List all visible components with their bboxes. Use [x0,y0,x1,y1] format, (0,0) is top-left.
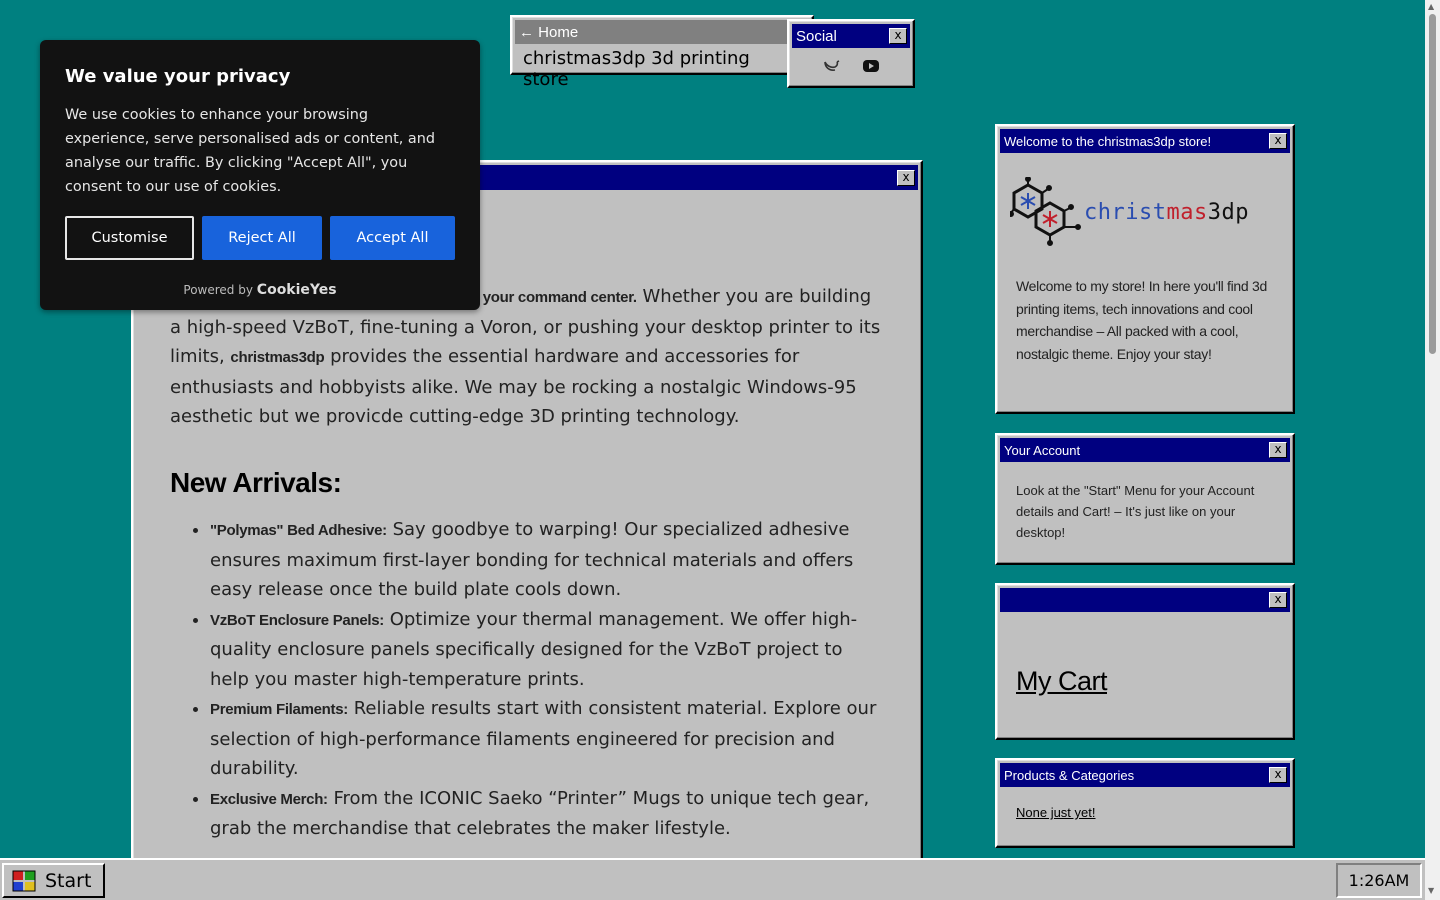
social-close-button[interactable]: x [889,28,907,44]
list-item: Premium Filaments: Reliable results star… [210,694,884,784]
products-titlebar: Products & Categories x [1000,763,1290,787]
home-titlebar[interactable]: ← Home [515,20,809,44]
reject-all-button[interactable]: Reject All [202,216,322,260]
logo-text-part: mas [1166,199,1208,225]
welcome-titlebar: Welcome to the christmas3dp store! x [1000,129,1290,153]
products-title: Products & Categories [1004,767,1135,783]
list-item: VzBoT Enclosure Panels: Optimize your th… [210,605,884,695]
products-window: Products & Categories x None just yet! [995,758,1295,848]
powered-by-label: Powered by [183,283,253,297]
scroll-up-icon[interactable]: ▲ [1428,2,1434,11]
clock: 1:26AM [1336,863,1422,898]
welcome-text: Welcome to my store! In here you'll find… [1016,278,1267,362]
powered-by: Powered by CookieYes [65,282,455,298]
account-title: Your Account [1004,442,1081,458]
list-item: Exclusive Merch: From the ICONIC Saeko “… [210,784,884,844]
products-close-button[interactable]: x [1269,767,1287,783]
welcome-title: Welcome to the christmas3dp store! [1004,133,1212,149]
logo-text: christmas3dp [1084,200,1249,225]
social-titlebar: Social x [792,24,910,48]
home-link[interactable]: ← Home [519,24,578,41]
windows-logo-icon [12,870,36,891]
main-close-button[interactable]: x [897,169,915,186]
page-scrollbar[interactable]: ▲ ▼ [1425,0,1440,900]
logo-text-part: 3dp [1207,199,1249,225]
account-window: Your Account x Look at the "Start" Menu … [995,433,1295,565]
cart-window: x My Cart [995,583,1295,740]
cookie-title: We value your privacy [65,66,291,87]
scroll-down-icon[interactable]: ▼ [1428,886,1434,895]
my-cart-link[interactable]: My Cart [1000,612,1290,697]
scroll-thumb[interactable] [1429,14,1436,354]
logo-text-part: christ [1084,199,1167,225]
account-text: Look at the "Start" Menu for your Accoun… [1016,483,1255,540]
youtube-icon[interactable] [862,58,880,78]
cookieyes-logo[interactable]: CookieYes [257,282,337,298]
item-title: "Polymas" Bed Adhesive: [210,522,387,539]
cookie-banner: We value your privacy We use cookies to … [40,40,480,310]
taskbar: Start 1:26AM [0,858,1425,900]
item-title: Premium Filaments: [210,701,348,718]
accept-all-button[interactable]: Accept All [330,216,455,260]
start-label: Start [45,869,92,892]
store-logo: christmas3dp [1000,153,1290,265]
list-item: "Polymas" Bed Adhesive: Say goodbye to w… [210,515,884,605]
intro-bold: o your command center. [470,289,637,306]
intro-brand: christmas3dp [230,349,325,366]
item-title: Exclusive Merch: [210,790,328,808]
snowflake-hexagon-icon [1010,177,1081,246]
account-titlebar: Your Account x [1000,438,1290,462]
store-name: christmas3dp 3d printing store [523,48,750,90]
welcome-close-button[interactable]: x [1269,133,1287,149]
start-button[interactable]: Start [2,863,105,898]
new-arrivals-list: "Polymas" Bed Adhesive: Say goodbye to w… [170,515,884,844]
none-yet-link[interactable]: None just yet! [1000,787,1290,838]
twitter-icon[interactable] [822,58,840,78]
social-window: Social x [787,19,915,88]
social-title: Social [796,27,837,45]
account-close-button[interactable]: x [1269,442,1287,458]
item-title: VzBoT Enclosure Panels: [210,611,384,629]
cookie-text: We use cookies to enhance your browsing … [65,107,435,195]
welcome-window: Welcome to the christmas3dp store! x chr… [995,124,1295,414]
new-arrivals-heading: New Arrivals: [170,466,342,498]
home-window: ← Home christmas3dp 3d printing store [510,15,814,90]
cart-close-button[interactable]: x [1269,592,1287,608]
cart-titlebar: x [1000,588,1290,612]
customise-button[interactable]: Customise [65,216,194,260]
